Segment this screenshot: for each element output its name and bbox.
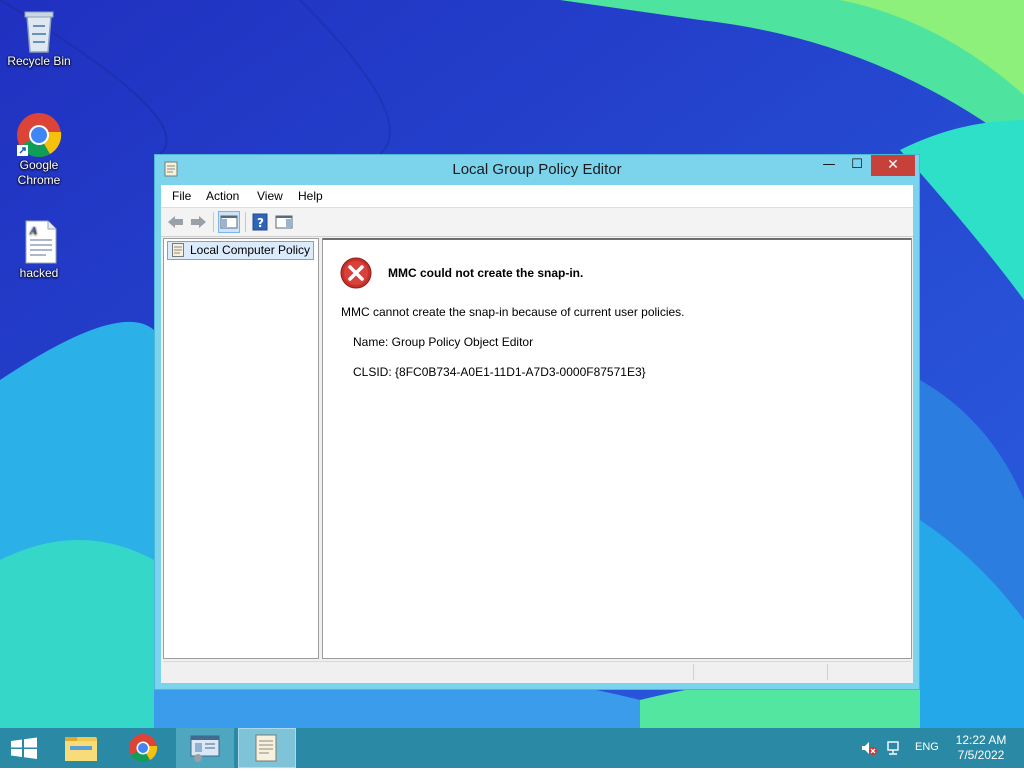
- network-icon[interactable]: [885, 740, 903, 756]
- google-chrome-label: Google Chrome: [17, 158, 61, 187]
- results-pane: MMC could not create the snap-in. MMC ca…: [322, 238, 912, 659]
- menu-view[interactable]: View: [257, 189, 283, 203]
- start-button[interactable]: [0, 728, 58, 768]
- snap-in-clsid: CLSID: {8FC0B734-A0E1-11D1-A7D3-0000F875…: [353, 365, 646, 379]
- input-language-indicator[interactable]: ENG: [915, 741, 939, 753]
- volume-muted-icon[interactable]: [860, 740, 878, 756]
- error-title: MMC could not create the snap-in.: [388, 266, 584, 280]
- start-icon: [11, 737, 37, 759]
- taskbar-mmc[interactable]: [176, 728, 234, 768]
- title-bar[interactable]: Local Group Policy Editor — ☐ ✕: [155, 155, 919, 185]
- menu-bar: File Action View Help: [161, 185, 913, 208]
- clock-time: 12:22 AM: [955, 733, 1007, 747]
- tree-item-local-computer-policy[interactable]: Local Computer Policy: [167, 241, 315, 260]
- show-hide-action-pane-icon[interactable]: [273, 211, 295, 233]
- window-title: Local Group Policy Editor: [452, 161, 622, 178]
- group-policy-editor-window: Local Group Policy Editor — ☐ ✕ File Act…: [154, 154, 920, 690]
- close-button[interactable]: ✕: [871, 155, 915, 176]
- svg-text:A: A: [29, 225, 37, 237]
- console-tree-pane: Local Computer Policy: [163, 238, 319, 659]
- recycle-bin-label: Recycle Bin: [7, 54, 71, 68]
- forward-arrow-icon[interactable]: [187, 211, 209, 233]
- desktop-icon-recycle-bin[interactable]: Recycle Bin: [1, 8, 77, 69]
- policy-document-icon: [172, 243, 184, 257]
- taskbar-file-explorer[interactable]: [52, 728, 110, 768]
- maximize-button[interactable]: ☐: [843, 155, 871, 176]
- desktop-icon-google-chrome[interactable]: Google Chrome: [1, 112, 77, 188]
- menu-action[interactable]: Action: [206, 189, 239, 203]
- menu-help[interactable]: Help: [298, 189, 323, 203]
- show-hide-console-tree-icon[interactable]: [218, 211, 240, 233]
- taskbar-chrome[interactable]: [114, 728, 172, 768]
- text-document-icon: A: [19, 220, 59, 264]
- error-icon: [340, 257, 372, 289]
- system-clock[interactable]: 12:22 AM 7/5/2022: [948, 733, 1014, 763]
- taskbar-group-policy-editor[interactable]: [238, 728, 296, 768]
- chrome-icon: [17, 112, 62, 157]
- hacked-label: hacked: [19, 266, 59, 280]
- clock-date: 7/5/2022: [957, 748, 1005, 762]
- recycle-bin-icon: [19, 8, 59, 53]
- tree-item-label: Local Computer Policy: [190, 243, 311, 257]
- status-bar: [163, 661, 911, 682]
- help-icon[interactable]: ?: [249, 211, 271, 233]
- taskbar: ENG 12:22 AM 7/5/2022: [0, 728, 1024, 768]
- snap-in-name: Name: Group Policy Object Editor: [353, 335, 534, 349]
- chrome-icon: [129, 734, 158, 762]
- svg-text:?: ?: [257, 216, 264, 230]
- file-explorer-icon: [65, 737, 97, 761]
- back-arrow-icon[interactable]: [165, 211, 187, 233]
- menu-file[interactable]: File: [172, 189, 191, 203]
- minimize-button[interactable]: —: [815, 155, 843, 176]
- window-client-area: File Action View Help ? Local Computer P…: [161, 185, 913, 683]
- toolbar: ?: [161, 208, 913, 237]
- mmc-icon: [190, 735, 220, 762]
- error-message: MMC cannot create the snap-in because of…: [341, 305, 685, 319]
- group-policy-editor-icon: [255, 734, 277, 762]
- desktop-icon-hacked[interactable]: A hacked: [1, 220, 77, 281]
